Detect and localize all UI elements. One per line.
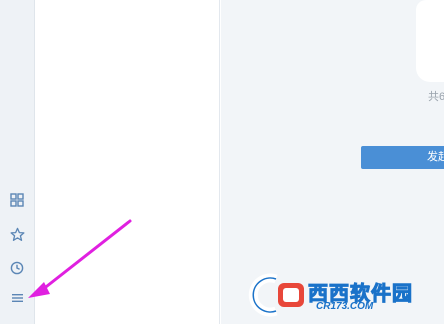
star-icon[interactable] (9, 226, 25, 242)
clock-icon[interactable] (9, 260, 25, 276)
grid-icon[interactable] (9, 192, 25, 208)
menu-icon[interactable] (9, 290, 25, 306)
app-window: 共6 发起 西西软件园 CR173.COM (0, 0, 444, 324)
watermark-url-text: CR173.COM (316, 301, 374, 312)
avatar (416, 0, 444, 82)
watermark-logo: 西西软件园 CR173.COM (246, 273, 444, 317)
left-icon-rail (0, 0, 35, 324)
start-button-label: 发起 (427, 151, 444, 163)
start-button[interactable]: 发起 (361, 146, 444, 169)
watermark-c-logo-icon (248, 273, 304, 317)
conversation-list-panel (36, 0, 220, 324)
member-count-text: 共6 (428, 91, 444, 103)
